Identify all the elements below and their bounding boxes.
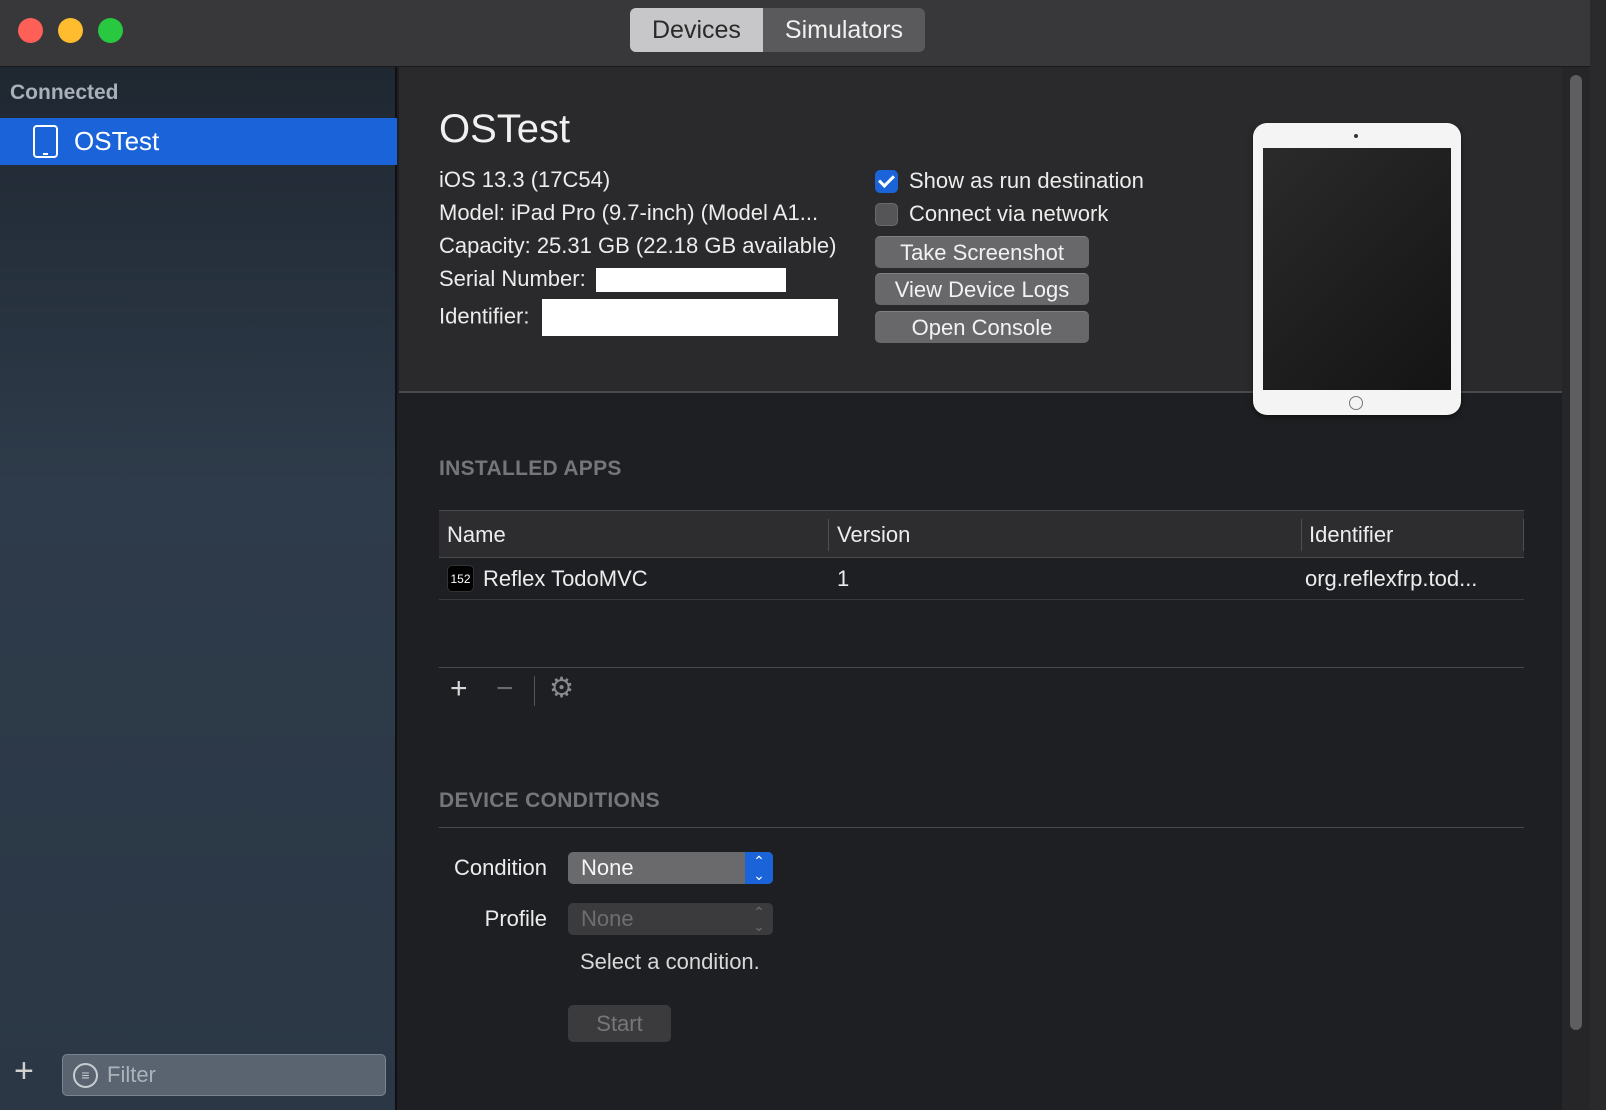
sidebar-item-ostest[interactable]: OSTest bbox=[0, 118, 397, 165]
column-divider bbox=[828, 519, 829, 551]
connect-network-checkbox[interactable] bbox=[875, 202, 898, 226]
chevron-up-down-icon: ⌃ ⌄ bbox=[753, 904, 765, 934]
app-version: 1 bbox=[837, 566, 850, 591]
select-condition-hint: Select a condition. bbox=[580, 949, 760, 974]
add-app-button[interactable]: + bbox=[450, 674, 468, 704]
profile-label: Profile bbox=[484, 906, 547, 931]
column-header-version[interactable]: Version bbox=[837, 522, 910, 548]
condition-select-value: None bbox=[581, 855, 634, 880]
window-edge bbox=[1590, 0, 1606, 1110]
scrollbar-thumb[interactable] bbox=[1570, 75, 1582, 1030]
filter-input[interactable] bbox=[105, 1055, 375, 1095]
connect-network-checkbox-row[interactable]: Connect via network bbox=[875, 201, 1108, 227]
filter-field[interactable]: ≡ bbox=[62, 1054, 386, 1096]
condition-select[interactable]: None ⌃ ⌄ bbox=[568, 852, 773, 884]
view-device-logs-button[interactable]: View Device Logs bbox=[875, 273, 1089, 305]
condition-label: Condition bbox=[454, 855, 547, 880]
table-row[interactable]: 152 Reflex TodoMVC 1 org.reflexfrp.tod..… bbox=[439, 558, 1524, 600]
home-button-icon bbox=[1349, 396, 1363, 410]
device-model: Model: iPad Pro (9.7-inch) (Model A1... bbox=[439, 200, 819, 225]
device-name: OSTest bbox=[439, 107, 571, 151]
sidebar-item-label: OSTest bbox=[74, 126, 160, 156]
table-header: Name Version Identifier bbox=[439, 510, 1524, 558]
profile-select: None ⌃ ⌄ bbox=[568, 903, 773, 935]
open-console-button[interactable]: Open Console bbox=[875, 311, 1089, 343]
column-header-name[interactable]: Name bbox=[447, 522, 506, 548]
take-screenshot-button[interactable]: Take Screenshot bbox=[875, 236, 1089, 268]
zoom-window-button[interactable] bbox=[98, 18, 123, 43]
identifier-label: Identifier: bbox=[439, 303, 530, 329]
ipad-icon bbox=[33, 125, 58, 158]
close-window-button[interactable] bbox=[18, 18, 43, 43]
serial-number-redacted bbox=[595, 268, 786, 293]
main-panel: OSTest iOS 13.3 (17C54) Model: iPad Pro … bbox=[399, 67, 1562, 1110]
column-header-identifier[interactable]: Identifier bbox=[1309, 522, 1393, 548]
table-footer-toolbar: + − ⚙ bbox=[439, 667, 1524, 711]
ios-version: iOS 13.3 (17C54) bbox=[439, 167, 611, 192]
installed-apps-table: Name Version Identifier 152 Reflex TodoM… bbox=[439, 510, 1524, 600]
vertical-scrollbar[interactable] bbox=[1562, 67, 1590, 1110]
app-icon: 152 bbox=[447, 565, 474, 592]
camera-dot bbox=[1354, 134, 1358, 138]
device-conditions-title: DEVICE CONDITIONS bbox=[439, 789, 660, 812]
divider bbox=[439, 827, 1524, 828]
title-bar: Devices Simulators bbox=[0, 0, 1590, 67]
identifier-redacted bbox=[541, 299, 838, 336]
tab-simulators[interactable]: Simulators bbox=[763, 8, 925, 52]
devices-simulators-segmented-control: Devices Simulators bbox=[630, 8, 926, 52]
filter-icon: ≡ bbox=[73, 1063, 98, 1088]
installed-apps-title: INSTALLED APPS bbox=[439, 457, 622, 480]
profile-select-value: None bbox=[581, 906, 634, 931]
column-divider bbox=[1523, 519, 1524, 551]
identifier-row: Identifier: bbox=[439, 299, 838, 336]
ipad-device-image bbox=[1253, 123, 1461, 415]
start-button: Start bbox=[568, 1005, 671, 1042]
minimize-window-button[interactable] bbox=[58, 18, 83, 43]
tab-devices[interactable]: Devices bbox=[630, 8, 763, 52]
sidebar: Connected OSTest + ≡ bbox=[0, 67, 397, 1110]
add-device-button[interactable]: + bbox=[14, 1054, 34, 1088]
toolbar-divider bbox=[534, 676, 535, 706]
column-divider bbox=[1301, 519, 1302, 551]
ipad-screen bbox=[1263, 148, 1451, 390]
serial-number-label: Serial Number: bbox=[439, 266, 586, 291]
app-name: Reflex TodoMVC bbox=[483, 566, 648, 591]
device-content: INSTALLED APPS Name Version Identifier 1… bbox=[399, 393, 1562, 1110]
serial-number-row: Serial Number: bbox=[439, 266, 786, 293]
remove-app-button[interactable]: − bbox=[496, 674, 514, 704]
chevron-up-down-icon: ⌃ ⌄ bbox=[745, 852, 773, 884]
device-capacity: Capacity: 25.31 GB (22.18 GB available) bbox=[439, 233, 837, 258]
show-run-destination-checkbox-row[interactable]: Show as run destination bbox=[875, 168, 1144, 194]
app-identifier: org.reflexfrp.tod... bbox=[1305, 566, 1478, 591]
gear-icon[interactable]: ⚙ bbox=[549, 674, 574, 702]
show-run-destination-label: Show as run destination bbox=[909, 168, 1144, 193]
sidebar-section-header: Connected bbox=[10, 81, 119, 104]
connect-network-label: Connect via network bbox=[909, 201, 1109, 226]
show-run-destination-checkbox[interactable] bbox=[875, 169, 898, 193]
